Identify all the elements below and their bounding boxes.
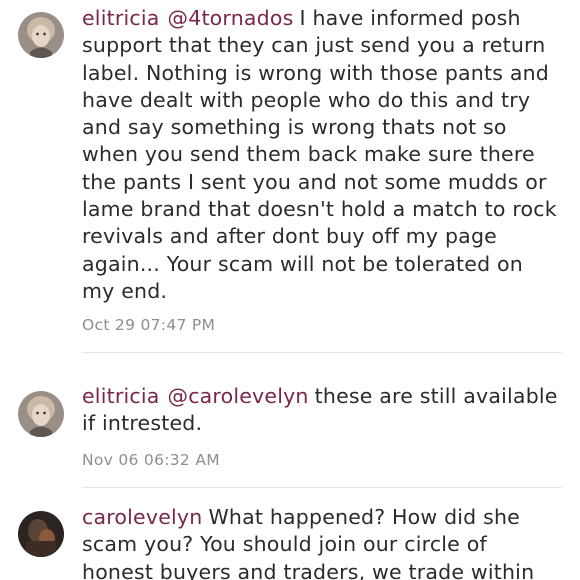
avatar[interactable] (18, 391, 64, 437)
comment-timestamp: Nov 06 06:32 AM (82, 451, 220, 469)
avatar[interactable] (18, 511, 64, 557)
comment-body: elitricia @4tornados I have informed posh … (82, 5, 562, 305)
comment-body: carolevelyn What happened? How did she sc… (82, 504, 562, 580)
comment-username[interactable]: elitricia (82, 6, 160, 30)
comment-text: I have informed posh support that they c… (82, 6, 557, 303)
comment-mention[interactable]: @carolevelyn (168, 384, 309, 408)
avatar[interactable] (18, 12, 64, 58)
divider (82, 352, 562, 353)
comment-body: elitricia @carolevelyn these are still ava… (82, 383, 562, 438)
divider (82, 487, 562, 488)
comment-username[interactable]: elitricia (82, 384, 160, 408)
comment-timestamp: Oct 29 07:47 PM (82, 316, 216, 334)
comment-mention[interactable]: @4tornados (168, 6, 294, 30)
comment-feed: elitricia @4tornados I have informed posh … (0, 0, 580, 580)
comment-username[interactable]: carolevelyn (82, 505, 202, 529)
